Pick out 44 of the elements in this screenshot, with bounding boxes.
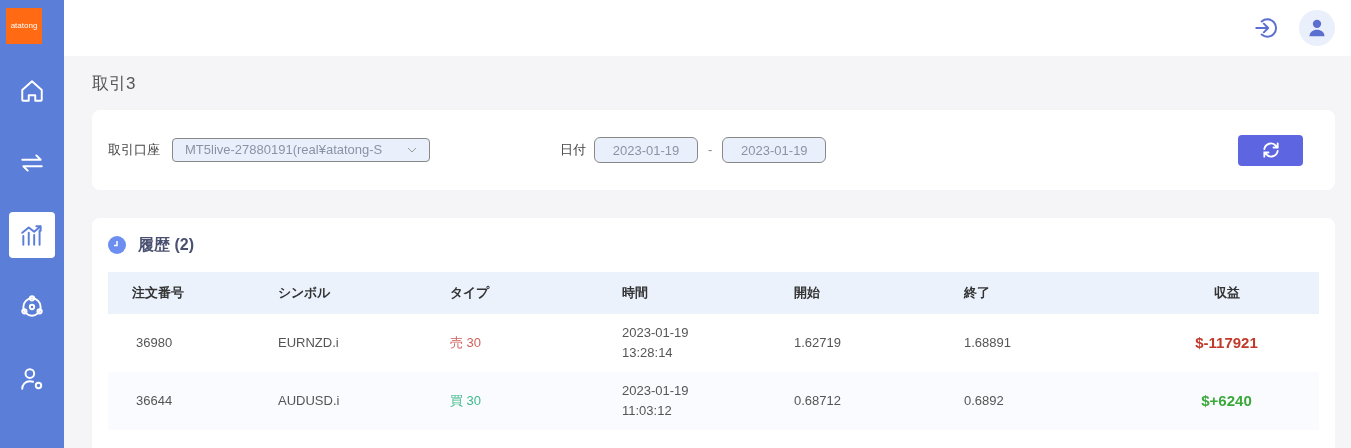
clock-icon bbox=[108, 236, 126, 254]
column-header: 開始 bbox=[794, 284, 821, 303]
user-icon bbox=[1307, 18, 1327, 38]
table-cell: AUDUSD.i bbox=[278, 393, 340, 409]
account-label: 取引口座 bbox=[108, 141, 160, 160]
table-cell: 0.68712 bbox=[794, 393, 841, 409]
profit-cell: $+6240 bbox=[1201, 391, 1252, 409]
time-cell-text: 13:28:14 bbox=[622, 344, 674, 362]
type-cell: 買 30 bbox=[450, 393, 482, 409]
page-title: 取引3 bbox=[92, 73, 137, 95]
column-header: シンボル bbox=[278, 284, 331, 303]
refresh-button[interactable] bbox=[1238, 134, 1303, 166]
date-to-field[interactable]: 2023-01-19 bbox=[722, 137, 827, 163]
date-separator: - bbox=[708, 141, 713, 160]
column-header: 時間 bbox=[622, 284, 649, 303]
table-cell: 1.68891 bbox=[964, 335, 1011, 351]
column-header: 終了 bbox=[964, 284, 991, 303]
column-header: 収益 bbox=[1212, 284, 1241, 303]
refresh-icon bbox=[1260, 140, 1281, 160]
avatar[interactable] bbox=[1299, 10, 1335, 46]
table-cell: 0.6892 bbox=[964, 393, 1004, 409]
chart-icon bbox=[19, 222, 45, 248]
table-cell-text: 36644 bbox=[135, 393, 173, 409]
user-settings-icon bbox=[19, 366, 45, 392]
time-cell-text: 2023-01-19 bbox=[622, 382, 690, 400]
network-icon bbox=[19, 294, 45, 320]
table-cell: 1.62719 bbox=[794, 335, 841, 351]
home-icon bbox=[19, 78, 45, 104]
sidebar-item[interactable] bbox=[9, 212, 55, 258]
column-header: 注文番号 bbox=[131, 284, 185, 303]
date-from-field[interactable]: 2023-01-19 bbox=[594, 137, 698, 163]
login-icon[interactable] bbox=[1253, 15, 1279, 41]
logo: atatong bbox=[6, 8, 42, 44]
table-cell: EURNZD.i bbox=[278, 335, 339, 351]
date-label: 日付 bbox=[560, 141, 586, 160]
time-cell-text: 2023-01-19 bbox=[622, 324, 690, 342]
time-cell-text: 11:03:12 bbox=[622, 402, 673, 420]
column-header: タイプ bbox=[450, 284, 491, 303]
profit-cell: $-117921 bbox=[1195, 333, 1258, 351]
table-cell-text: 36980 bbox=[135, 335, 173, 351]
history-title: 履歴 (2) bbox=[138, 235, 194, 255]
chevron-down-icon bbox=[407, 145, 417, 155]
account-select[interactable]: MT5live-27880191(real¥atatong-S bbox=[172, 138, 430, 162]
type-cell: 売 30 bbox=[450, 335, 482, 351]
